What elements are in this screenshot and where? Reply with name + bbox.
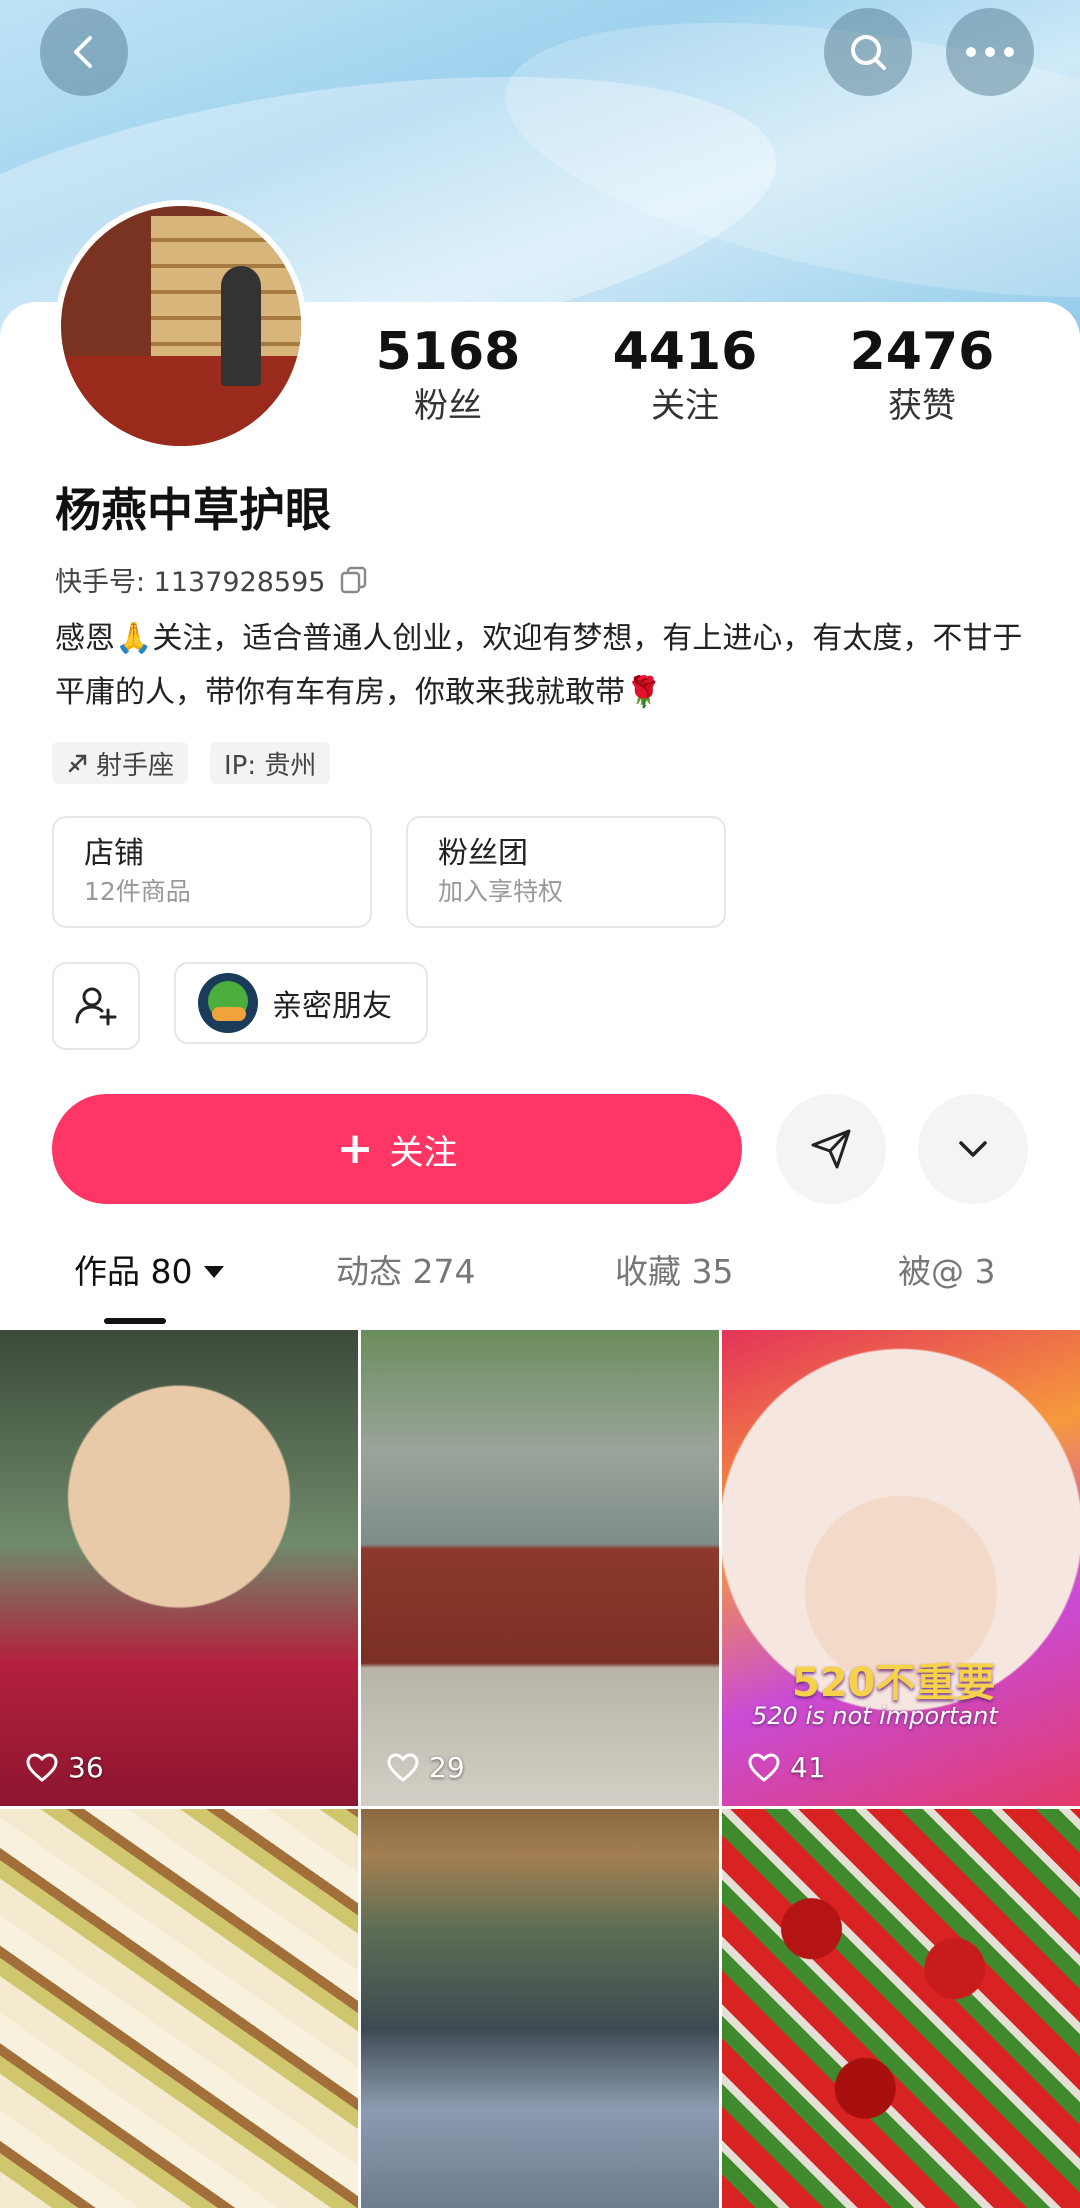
- avatar-person: [221, 266, 261, 386]
- tab-favorites[interactable]: 收藏 35: [615, 1240, 733, 1304]
- card-subtitle: 12件商品: [84, 877, 191, 906]
- sagittarius-icon: [68, 754, 87, 773]
- kuaishou-id-row: 快手号: 1137928595: [55, 560, 369, 599]
- profile-name: 杨燕中草护眼: [55, 483, 331, 537]
- kuaishou-id: 快手号: 1137928595: [55, 567, 326, 598]
- shop-card[interactable]: 店铺 12件商品: [52, 816, 372, 928]
- back-icon: [74, 36, 92, 68]
- fan-club-card[interactable]: 粉丝团 加入享特权: [406, 816, 726, 928]
- tab-mentions[interactable]: 被@ 3: [898, 1240, 996, 1304]
- thumb-overlay-subtext: 520 is not important: [752, 1702, 998, 1730]
- video-thumb[interactable]: 520不重要 520 is not important 41: [722, 1330, 1080, 1806]
- likes-value: 41: [790, 1751, 826, 1784]
- stat-value: 4416: [612, 322, 758, 382]
- search-icon: [851, 35, 886, 70]
- send-icon: [811, 1129, 851, 1169]
- avatar-counter: [61, 356, 301, 446]
- heart-icon: [748, 1752, 780, 1782]
- likes-value: 29: [429, 1751, 465, 1784]
- intimate-label: 亲密朋友: [272, 989, 392, 1024]
- tab-works[interactable]: 作品 80: [74, 1240, 226, 1304]
- card-title: 店铺: [84, 836, 144, 871]
- search-button[interactable]: [824, 8, 912, 96]
- video-thumb[interactable]: 36: [0, 1330, 358, 1806]
- zodiac-tag: 射手座: [52, 742, 189, 784]
- intimate-friends-button[interactable]: 亲密朋友: [174, 962, 428, 1044]
- more-icon: [966, 47, 1014, 57]
- thumb-overlay-text: 520不重要: [792, 1660, 996, 1706]
- likes-count: 29: [387, 1751, 465, 1784]
- profile-bio: 感恩🙏关注，适合普通人创业，欢迎有梦想，有上进心，有太度，不甘于平庸的人，带你有…: [55, 621, 1023, 710]
- video-thumb[interactable]: [361, 1809, 719, 2208]
- card-subtitle: 加入享特权: [438, 877, 564, 906]
- duck-bill: [212, 1007, 246, 1021]
- tab-moments[interactable]: 动态 274: [336, 1240, 475, 1304]
- copy-icon[interactable]: [339, 565, 369, 595]
- duck-avatar-icon: [198, 973, 258, 1033]
- profile-tags: 射手座 IP: 贵州: [52, 742, 331, 784]
- tab-label: 作品 80: [74, 1252, 193, 1291]
- caret-down-icon: [204, 1266, 225, 1278]
- stat-label: 获赞: [888, 386, 956, 426]
- stat-label: 粉丝: [414, 386, 482, 426]
- stat-value: 5168: [375, 322, 521, 382]
- avatar[interactable]: [55, 200, 307, 452]
- stat-following[interactable]: 4416 关注: [585, 320, 785, 428]
- follow-label: 关注: [389, 1132, 458, 1173]
- stat-fans[interactable]: 5168 粉丝: [348, 320, 548, 428]
- add-friend-button[interactable]: [52, 962, 140, 1050]
- video-thumb[interactable]: 29: [361, 1330, 719, 1806]
- tab-indicator: [104, 1318, 166, 1324]
- video-thumb[interactable]: [0, 1809, 358, 2208]
- content-tabs: 作品 80 动态 274 收藏 35 被@ 3: [0, 1240, 1080, 1320]
- back-button[interactable]: [40, 8, 128, 96]
- add-friend-icon: [75, 987, 117, 1026]
- video-thumb[interactable]: [722, 1809, 1080, 2208]
- plus-icon: +: [336, 1123, 374, 1174]
- stat-likes[interactable]: 2476 获赞: [822, 320, 1022, 428]
- likes-count: 36: [26, 1751, 104, 1784]
- ip-tag: IP: 贵州: [210, 742, 331, 784]
- likes-count: 41: [748, 1751, 826, 1784]
- share-button[interactable]: [776, 1094, 886, 1204]
- chevron-down-icon: [959, 1141, 987, 1157]
- tag-label: IP: 贵州: [224, 750, 317, 781]
- dropdown-button[interactable]: [918, 1094, 1028, 1204]
- tag-label: 射手座: [96, 750, 175, 781]
- more-button[interactable]: [946, 8, 1034, 96]
- stat-value: 2476: [849, 322, 995, 382]
- heart-icon: [26, 1752, 58, 1782]
- card-title: 粉丝团: [438, 836, 528, 871]
- follow-button[interactable]: + 关注: [52, 1094, 742, 1204]
- likes-value: 36: [68, 1751, 104, 1784]
- stat-label: 关注: [651, 386, 719, 426]
- heart-icon: [387, 1752, 419, 1782]
